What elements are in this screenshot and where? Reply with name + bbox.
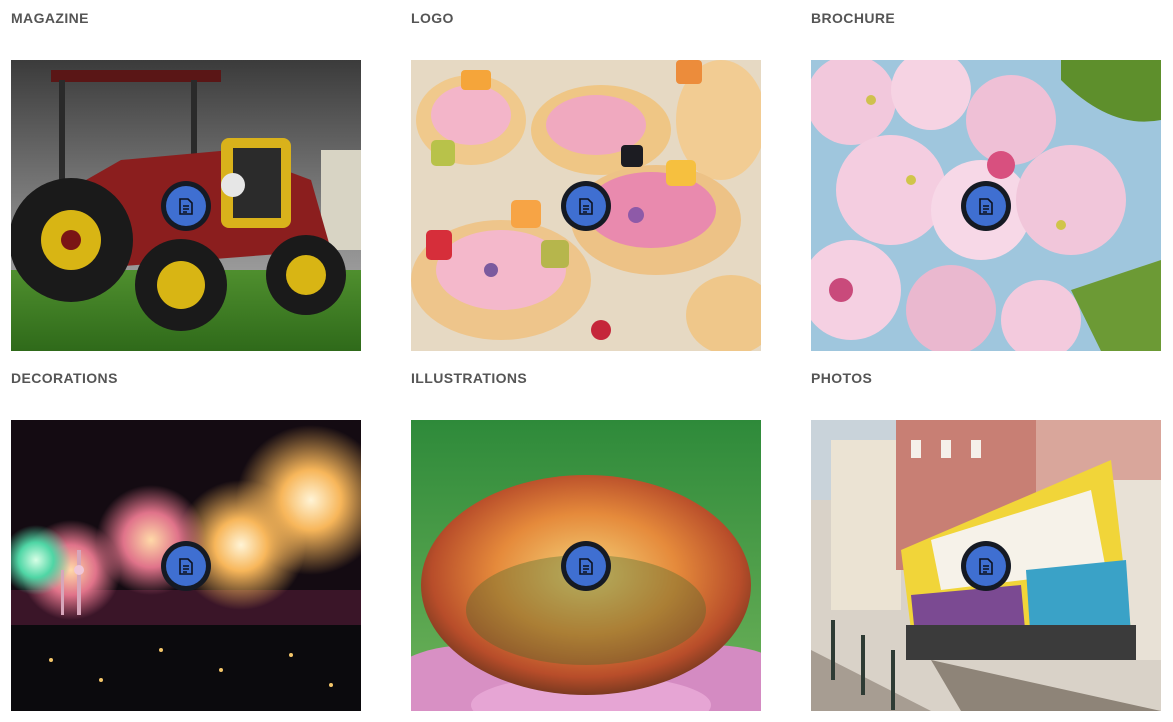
category-title: ILLUSTRATIONS (411, 370, 528, 386)
document-icon (579, 197, 593, 215)
document-icon (179, 557, 193, 575)
view-document-button[interactable] (161, 181, 211, 231)
thumbnail-link[interactable] (811, 60, 1161, 351)
category-title: DECORATIONS (11, 370, 118, 386)
view-document-button[interactable] (161, 541, 211, 591)
thumbnail-link[interactable] (811, 420, 1161, 711)
category-title: LOGO (411, 10, 454, 26)
view-document-button[interactable] (961, 181, 1011, 231)
category-title: BROCHURE (811, 10, 896, 26)
category-title: PHOTOS (811, 370, 873, 386)
document-icon (179, 197, 193, 215)
view-document-button[interactable] (561, 541, 611, 591)
view-document-button[interactable] (561, 181, 611, 231)
category-title: MAGAZINE (11, 10, 89, 26)
thumbnail-link[interactable] (11, 60, 361, 351)
thumbnail-link[interactable] (411, 420, 761, 711)
thumbnail-link[interactable] (411, 60, 761, 351)
document-icon (979, 557, 993, 575)
document-icon (579, 557, 593, 575)
thumbnail-link[interactable] (11, 420, 361, 711)
view-document-button[interactable] (961, 541, 1011, 591)
document-icon (979, 197, 993, 215)
